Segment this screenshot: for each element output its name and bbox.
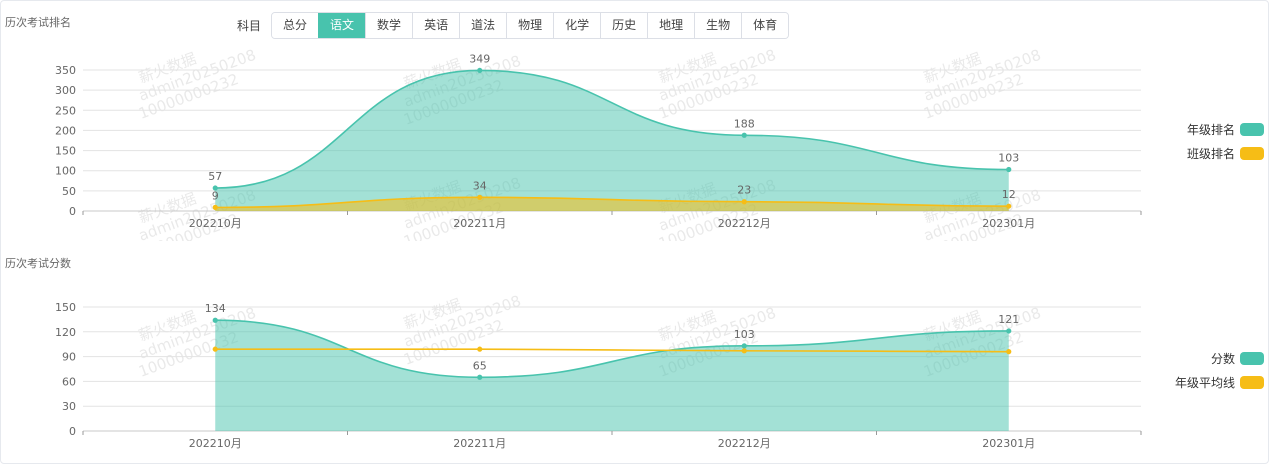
data-point	[477, 346, 483, 352]
y-tick-label: 90	[62, 351, 76, 364]
data-point	[1006, 349, 1012, 355]
y-tick-label: 30	[62, 400, 76, 413]
y-tick-label: 100	[55, 165, 76, 178]
data-point	[1006, 328, 1012, 334]
y-tick-label: 150	[55, 145, 76, 158]
data-label: 349	[469, 52, 490, 65]
exam-history-panel: 历次考试排名 科目 总分 语文 数学 英语 道法 物理 化学 历史 地理 生物 体育 薪火数据 adm…	[0, 0, 1269, 464]
data-point	[212, 346, 218, 352]
data-point	[477, 67, 483, 74]
legend-swatch	[1240, 147, 1264, 160]
y-tick-label: 50	[62, 185, 76, 198]
y-tick-label: 60	[62, 375, 76, 388]
rank-chart: 薪火数据admin2025020810000000232薪火数据admin202…	[55, 46, 1264, 241]
data-point	[741, 199, 747, 205]
data-point	[477, 194, 483, 200]
y-tick-label: 350	[55, 64, 76, 77]
legend-swatch	[1240, 123, 1264, 136]
y-tick-label: 200	[55, 124, 76, 137]
data-label: 34	[473, 179, 487, 192]
data-label: 188	[734, 117, 755, 130]
y-tick-label: 0	[69, 205, 76, 218]
x-tick-label: 202211月	[453, 437, 506, 450]
data-label: 103	[734, 328, 755, 341]
data-label: 12	[1002, 188, 1016, 201]
legend-label: 分数	[1211, 351, 1235, 366]
data-label: 103	[998, 152, 1019, 165]
data-point	[477, 374, 483, 380]
legend-swatch	[1240, 376, 1264, 389]
x-tick-label: 202211月	[453, 217, 506, 230]
data-label: 65	[473, 359, 487, 372]
data-label: 9	[212, 189, 219, 202]
y-tick-label: 120	[55, 326, 76, 339]
y-tick-label: 250	[55, 104, 76, 117]
score-chart: 薪火数据admin2025020810000000232薪火数据admin202…	[55, 292, 1264, 450]
data-point	[212, 204, 218, 210]
data-point	[741, 132, 747, 138]
y-tick-label: 150	[55, 301, 76, 314]
legend-label: 年级排名	[1187, 122, 1235, 137]
x-tick-label: 202212月	[718, 217, 771, 230]
data-label: 23	[737, 184, 751, 197]
x-tick-label: 202301月	[982, 437, 1035, 450]
y-tick-label: 0	[69, 425, 76, 438]
data-label: 57	[208, 170, 222, 183]
x-tick-label: 202212月	[718, 437, 771, 450]
x-tick-label: 202301月	[982, 217, 1035, 230]
legend-label: 年级平均线	[1175, 376, 1235, 390]
data-label: 121	[998, 313, 1019, 326]
x-tick-label: 202210月	[189, 217, 242, 230]
data-point	[741, 348, 747, 354]
data-point	[212, 317, 218, 323]
data-point	[1006, 203, 1012, 209]
data-label: 134	[205, 302, 226, 315]
y-tick-label: 300	[55, 84, 76, 97]
legend-label: 班级排名	[1187, 146, 1235, 161]
data-point	[1006, 166, 1012, 173]
legend-swatch	[1240, 352, 1264, 365]
data-point	[741, 343, 747, 349]
x-tick-label: 202210月	[189, 437, 242, 450]
